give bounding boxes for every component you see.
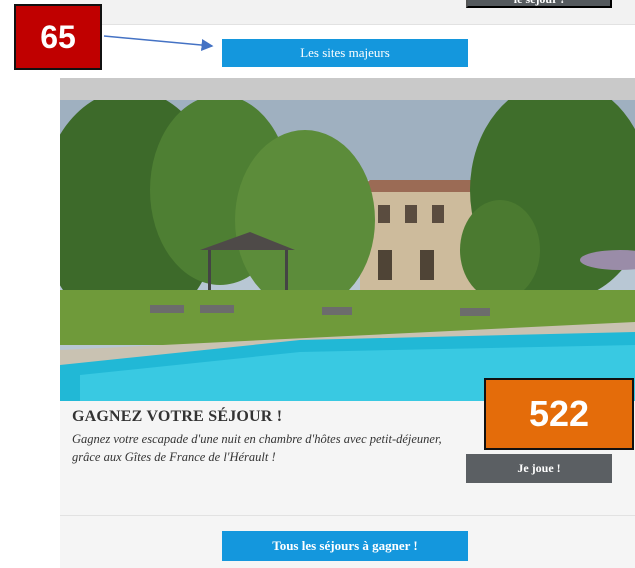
- annotation-badge-522: 522: [484, 378, 634, 450]
- sites-majeurs-button[interactable]: Les sites majeurs: [222, 39, 468, 67]
- tous-les-sejours-button[interactable]: Tous les séjours à gagner !: [222, 531, 468, 561]
- pool-house-photo[interactable]: [60, 100, 635, 401]
- promo-card: GAGNEZ VOTRE SÉJOUR ! Gagnez votre escap…: [60, 78, 635, 568]
- top-divider: [60, 24, 635, 25]
- pool-house-photo-illustration: [60, 100, 635, 401]
- annotation-arrow: [103, 35, 214, 52]
- je-joue-button[interactable]: Je joue !: [466, 454, 612, 483]
- annotation-badge-65: 65: [14, 4, 102, 70]
- photo-header-bar: [60, 78, 635, 100]
- top-cut-off-button[interactable]: le séjour !: [466, 0, 612, 8]
- promo-title: GAGNEZ VOTRE SÉJOUR !: [72, 408, 283, 425]
- promo-description: Gagnez votre escapade d'une nuit en cham…: [72, 432, 442, 464]
- card-divider: [60, 515, 635, 516]
